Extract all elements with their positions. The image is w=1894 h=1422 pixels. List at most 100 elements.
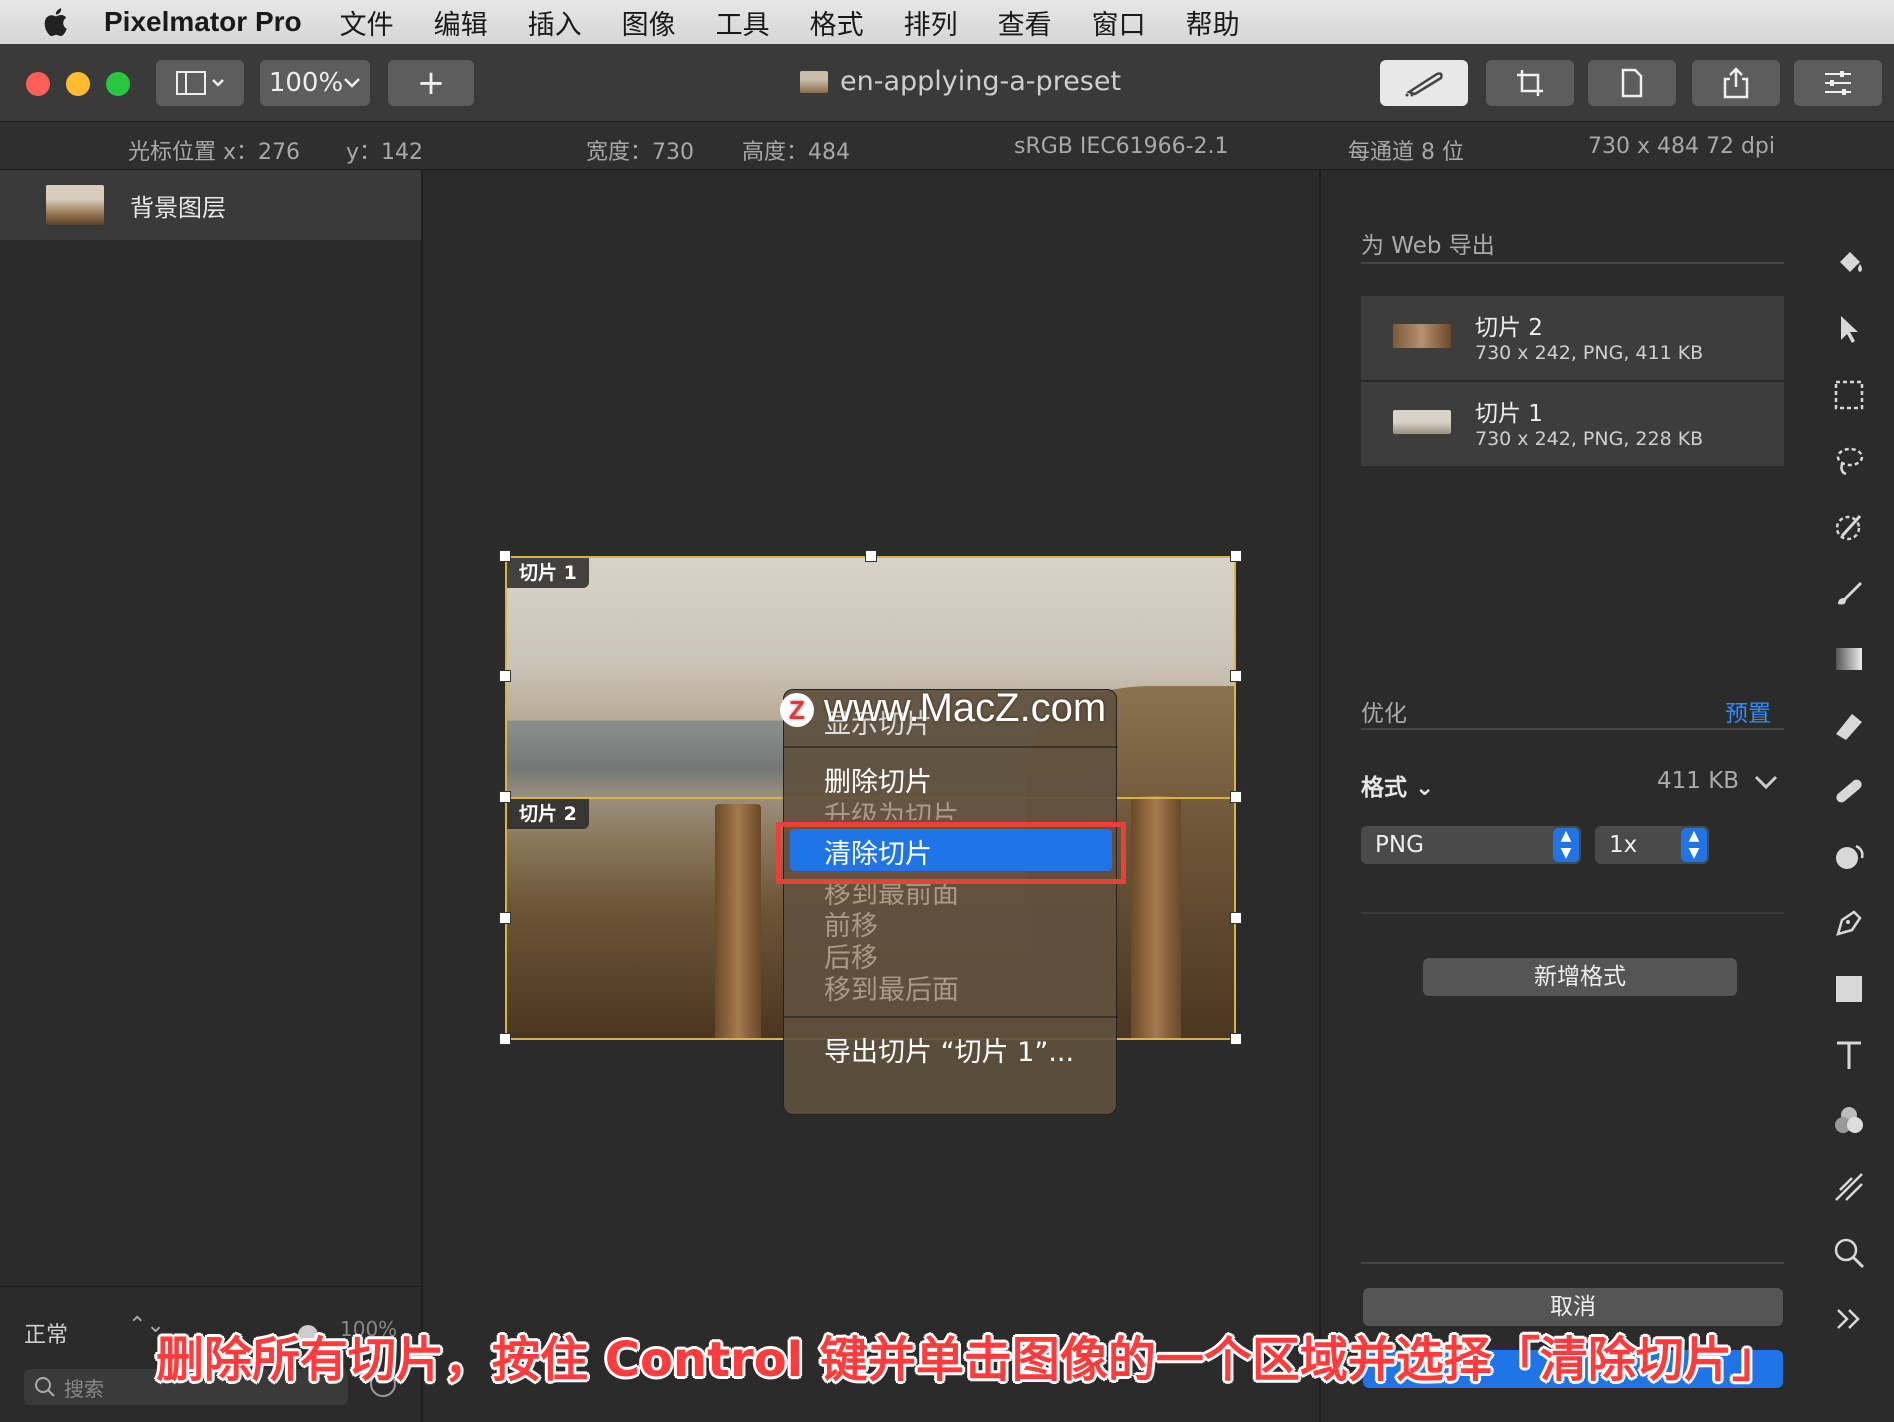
format-select[interactable]: PNG ▲ ▼ — [1361, 826, 1581, 864]
highlight-annotation-box — [776, 822, 1126, 884]
slice-list-item[interactable]: 切片 2 730 x 242, PNG, 411 KB — [1361, 296, 1784, 380]
sidebar-toggle-button[interactable] — [156, 60, 244, 106]
slice-name: 切片 2 — [1475, 315, 1543, 341]
dimensions-readout: 730 x 484 72 dpi — [1588, 134, 1776, 159]
divider — [1361, 912, 1784, 914]
adjustments-button[interactable] — [1794, 60, 1882, 106]
bandage-icon[interactable] — [1832, 774, 1866, 808]
cursor-x-readout: 光标位置 x：276 — [128, 140, 301, 165]
paint-bucket-icon[interactable] — [1832, 246, 1866, 280]
add-format-button[interactable]: 新增格式 — [1423, 958, 1737, 996]
document-name: en-applying-a-preset — [840, 66, 1122, 97]
format-label: 格式 — [1361, 775, 1407, 801]
minimize-window-button[interactable] — [66, 72, 90, 96]
blur-icon[interactable] — [1832, 840, 1866, 874]
layers-panel: 背景图层 正常 ⌃⌄ 100% 搜索 — [0, 170, 423, 1422]
add-button[interactable]: + — [388, 60, 474, 106]
menu-view[interactable]: 查看 — [998, 3, 1052, 42]
lasso-icon[interactable] — [1832, 444, 1866, 478]
bit-depth-readout: 每通道 8 位 — [1348, 140, 1464, 165]
slice-1-tag[interactable]: 切片 1 — [507, 558, 589, 588]
type-icon[interactable] — [1832, 1038, 1866, 1072]
close-window-button[interactable] — [26, 72, 50, 96]
layer-name: 背景图层 — [130, 193, 226, 222]
zoom-select[interactable]: 100% — [260, 60, 370, 106]
export-panel: 为 Web 导出 切片 2 730 x 242, PNG, 411 KB 切片 … — [1319, 170, 1800, 1422]
menu-edit[interactable]: 编辑 — [434, 3, 488, 42]
menu-item-send-to-back: 移到最后面 — [824, 975, 959, 1006]
layer-row[interactable]: 背景图层 — [0, 170, 421, 240]
slice-list-item[interactable]: 切片 1 730 x 242, PNG, 228 KB — [1361, 382, 1784, 466]
share-button[interactable] — [1692, 60, 1780, 106]
pen-icon[interactable] — [1832, 906, 1866, 940]
resize-handle[interactable] — [499, 912, 511, 924]
menu-window[interactable]: 窗口 — [1092, 3, 1146, 42]
document-title: en-applying-a-preset — [800, 66, 1121, 97]
menu-bar: Pixelmator Pro 文件 编辑 插入 图像 工具 格式 排列 查看 窗… — [0, 0, 1894, 44]
slice-icon[interactable] — [1832, 1170, 1866, 1204]
magic-wand-icon[interactable] — [1832, 510, 1866, 544]
resize-handle[interactable] — [1230, 1033, 1242, 1045]
tutorial-caption: 删除所有切片，按住 Control 键并单击图像的一个区域并选择「清除切片」 — [156, 1332, 1780, 1388]
menu-insert[interactable]: 插入 — [528, 3, 582, 42]
rect-select-icon[interactable] — [1832, 378, 1866, 412]
apple-logo-icon[interactable] — [40, 5, 74, 39]
menu-file[interactable]: 文件 — [340, 3, 394, 42]
info-bar: 光标位置 x：276 y：142 宽度：730 高度：484 sRGB IEC6… — [0, 122, 1894, 170]
format-tool-button[interactable] — [1380, 60, 1468, 106]
shape-icon[interactable] — [1832, 972, 1866, 1006]
arrow-select-icon[interactable] — [1832, 312, 1866, 346]
scale-select[interactable]: 1x ▲ ▼ — [1595, 826, 1709, 864]
menu-image[interactable]: 图像 — [622, 3, 676, 42]
optimize-heading: 优化 — [1361, 701, 1407, 727]
format-toggle[interactable]: 格式 ⌄ — [1361, 768, 1434, 802]
crop-button[interactable] — [1486, 60, 1574, 106]
watermark-logo: Z — [780, 693, 814, 728]
zoom-window-button[interactable] — [106, 72, 130, 96]
preset-link[interactable]: 预置 — [1725, 694, 1771, 728]
slice-2-tag[interactable]: 切片 2 — [507, 799, 589, 829]
brush-icon[interactable] — [1832, 576, 1866, 610]
resize-handle[interactable] — [1230, 550, 1242, 562]
format-size: 411 KB — [1657, 768, 1740, 794]
document-button[interactable] — [1588, 60, 1676, 106]
resize-handle[interactable] — [1230, 791, 1242, 803]
window-titlebar: 100% + en-applying-a-preset — [0, 44, 1894, 122]
resize-handle[interactable] — [865, 550, 877, 562]
color-adjust-icon[interactable] — [1832, 1104, 1866, 1138]
resize-handle[interactable] — [499, 1033, 511, 1045]
gradient-icon[interactable] — [1832, 642, 1866, 676]
width-readout: 宽度：730 — [586, 140, 694, 165]
menu-tools[interactable]: 工具 — [716, 3, 770, 42]
menu-item-promote-slice: 升级为切片 — [824, 801, 959, 820]
divider — [1361, 262, 1784, 264]
zoom-icon[interactable] — [1832, 1236, 1866, 1270]
resize-handle[interactable] — [1230, 670, 1242, 682]
format-value: PNG — [1375, 832, 1424, 858]
sidebar-icon — [176, 71, 224, 95]
app-menu[interactable]: Pixelmator Pro — [104, 6, 302, 38]
menu-item-export-slice[interactable]: 导出切片 “切片 1”... — [824, 1030, 1074, 1069]
resize-handle[interactable] — [1230, 912, 1242, 924]
document-icon — [1621, 68, 1643, 98]
document-thumbnail — [800, 70, 828, 93]
cursor-y-readout: y：142 — [346, 140, 424, 165]
more-icon[interactable] — [1832, 1302, 1866, 1336]
crop-icon — [1517, 70, 1543, 96]
menu-arrange[interactable]: 排列 — [904, 3, 958, 42]
slice-name: 切片 1 — [1475, 401, 1543, 427]
search-icon — [35, 1377, 55, 1397]
menu-format[interactable]: 格式 — [810, 3, 864, 42]
scale-value: 1x — [1609, 832, 1638, 858]
slice-thumbnail — [1393, 324, 1451, 348]
chevron-down-icon — [344, 78, 361, 88]
resize-handle[interactable] — [499, 791, 511, 803]
stepper-icon: ▲ ▼ — [1553, 828, 1579, 862]
resize-handle[interactable] — [499, 670, 511, 682]
tools-strip — [1800, 170, 1894, 1422]
chevron-down-icon[interactable] — [1753, 774, 1779, 792]
resize-handle[interactable] — [499, 550, 511, 562]
blend-mode-select[interactable]: 正常 — [24, 1317, 68, 1349]
eraser-icon[interactable] — [1832, 708, 1866, 742]
menu-help[interactable]: 帮助 — [1186, 3, 1240, 42]
